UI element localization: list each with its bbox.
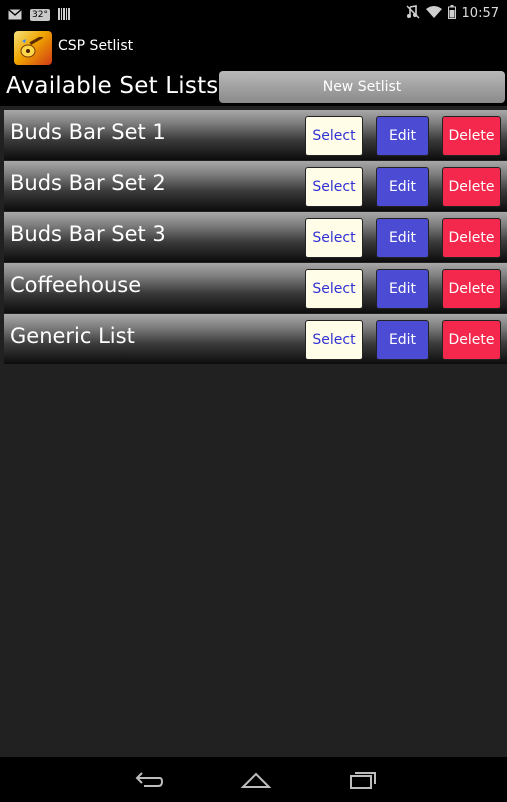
wifi-icon bbox=[425, 4, 442, 23]
barcode-icon bbox=[57, 5, 70, 24]
status-bar: 32° 10:57 bbox=[0, 0, 507, 24]
mute-icon bbox=[406, 4, 420, 23]
app-title: CSP Setlist bbox=[58, 38, 134, 54]
page-title: Available Set Lists bbox=[6, 73, 219, 99]
list-item: Buds Bar Set 3 Select Edit Delete bbox=[4, 212, 507, 262]
list-item: Buds Bar Set 1 Select Edit Delete bbox=[4, 110, 507, 160]
select-button[interactable]: Select bbox=[305, 269, 363, 309]
screen: 32° 10:57 CSP Setlist Available Set List… bbox=[0, 0, 507, 802]
status-time: 10:57 bbox=[461, 6, 499, 21]
setlist-name: Buds Bar Set 1 bbox=[10, 120, 166, 144]
setlist-name: Buds Bar Set 2 bbox=[10, 171, 166, 195]
edit-button[interactable]: Edit bbox=[376, 320, 429, 360]
weather-icon: 32° bbox=[30, 8, 50, 21]
setlists-header: Available Set Lists New Setlist bbox=[0, 70, 507, 106]
delete-button[interactable]: Delete bbox=[442, 167, 501, 207]
setlist-name: Coffeehouse bbox=[10, 273, 142, 297]
select-button[interactable]: Select bbox=[305, 320, 363, 360]
new-setlist-button[interactable]: New Setlist bbox=[219, 71, 505, 103]
recents-icon[interactable] bbox=[338, 765, 386, 795]
select-button[interactable]: Select bbox=[305, 218, 363, 258]
select-button[interactable]: Select bbox=[305, 167, 363, 207]
setlist-list: Buds Bar Set 1 Select Edit Delete Buds B… bbox=[4, 110, 507, 365]
delete-button[interactable]: Delete bbox=[442, 320, 501, 360]
back-icon[interactable] bbox=[125, 765, 173, 795]
list-item: Buds Bar Set 2 Select Edit Delete bbox=[4, 161, 507, 211]
select-button[interactable]: Select bbox=[305, 116, 363, 156]
action-bar: CSP Setlist bbox=[0, 24, 507, 70]
edit-button[interactable]: Edit bbox=[376, 269, 429, 309]
list-item: Generic List Select Edit Delete bbox=[4, 314, 507, 364]
delete-button[interactable]: Delete bbox=[442, 218, 501, 258]
mail-icon bbox=[8, 5, 22, 24]
setlist-name: Buds Bar Set 3 bbox=[10, 222, 166, 246]
edit-button[interactable]: Edit bbox=[376, 218, 429, 258]
edit-button[interactable]: Edit bbox=[376, 116, 429, 156]
status-right: 10:57 bbox=[406, 4, 499, 23]
battery-icon bbox=[447, 4, 456, 23]
guitar-icon[interactable] bbox=[14, 31, 52, 65]
navigation-bar bbox=[0, 757, 507, 802]
setlist-name: Generic List bbox=[10, 324, 135, 348]
delete-button[interactable]: Delete bbox=[442, 116, 501, 156]
edit-button[interactable]: Edit bbox=[376, 167, 429, 207]
delete-button[interactable]: Delete bbox=[442, 269, 501, 309]
home-icon[interactable] bbox=[232, 765, 280, 795]
status-left: 32° bbox=[8, 5, 70, 24]
list-item: Coffeehouse Select Edit Delete bbox=[4, 263, 507, 313]
